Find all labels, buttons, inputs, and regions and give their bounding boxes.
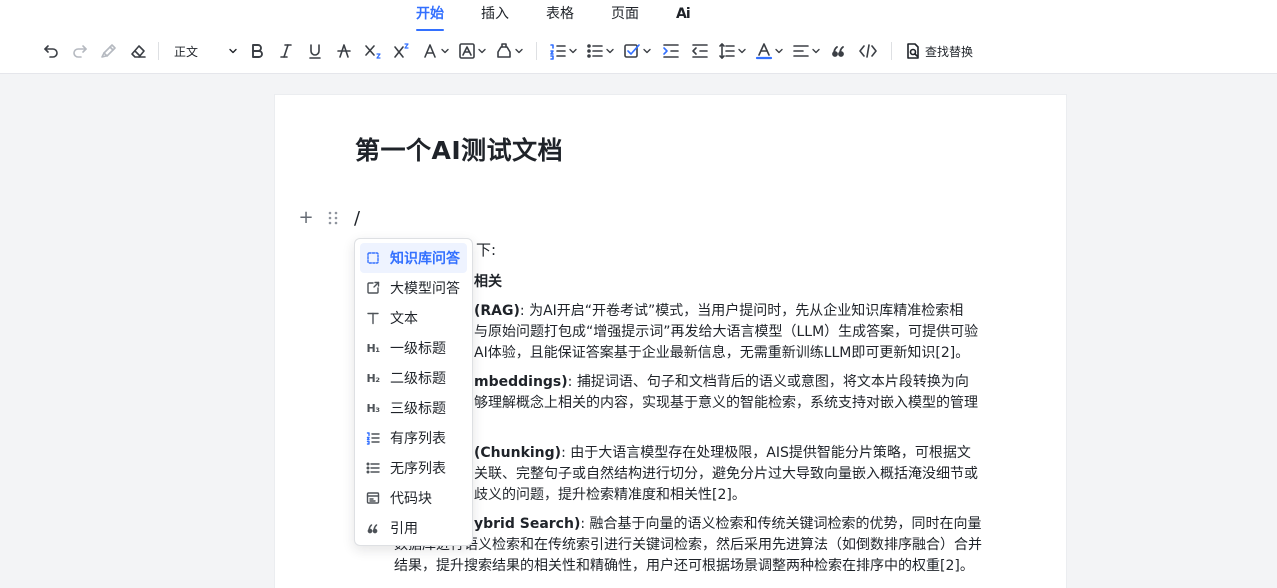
paragraph-line: ybrid Search): 融合基于向量的语义检索和传统关键词检索的优势，同时… bbox=[474, 514, 982, 535]
term-bold: ybrid Search) bbox=[474, 516, 581, 532]
find-replace-icon bbox=[907, 43, 919, 59]
menu-item-label: 有序列表 bbox=[390, 431, 446, 447]
bold-icon[interactable] bbox=[246, 38, 268, 64]
term-bold: mbeddings) bbox=[474, 374, 568, 390]
font-color-icon[interactable] bbox=[421, 38, 450, 64]
clear-format-icon[interactable] bbox=[127, 38, 149, 64]
paragraph-line: 数据库进行语义检索和在传统索引进行关键词检索，然后采用先进算法（如倒数排序融合）… bbox=[394, 537, 982, 553]
paragraph-line: 关联、完整句子或自然结构进行切分，避免分片过大导致向量嵌入概括淹没细节或 bbox=[474, 466, 978, 482]
section-heading: 相关 bbox=[474, 274, 502, 290]
menu-item-label: 大模型问答 bbox=[390, 281, 460, 297]
add-block-icon[interactable]: + bbox=[297, 208, 315, 228]
paragraph-line: 歧义的问题，提升检索精准度和相关性[2]。 bbox=[474, 487, 746, 503]
chevron-down-icon bbox=[229, 48, 237, 54]
indent-icon[interactable] bbox=[660, 38, 682, 64]
toolbar-divider bbox=[536, 42, 537, 60]
tab-ai[interactable]: Ai bbox=[668, 5, 698, 29]
term-desc: : 捕捉词语、句子和文档背后的语义或意图，将文本片段转换为向 bbox=[567, 374, 969, 390]
format-painter-icon[interactable] bbox=[98, 38, 120, 64]
tab-table[interactable]: 表格 bbox=[538, 5, 582, 29]
menu-item-h1[interactable]: H₁ 一级标题 bbox=[360, 333, 467, 363]
paragraph-style-value: 正文 bbox=[174, 44, 199, 59]
term-bold: (Chunking) bbox=[474, 445, 562, 461]
superscript-icon[interactable] bbox=[391, 38, 413, 64]
undo-icon[interactable] bbox=[40, 38, 62, 64]
toolbar-divider bbox=[891, 42, 892, 60]
tab-start[interactable]: 开始 bbox=[408, 5, 452, 31]
drag-handle-icon[interactable] bbox=[327, 210, 339, 230]
align-icon[interactable] bbox=[792, 38, 821, 64]
tab-insert[interactable]: 插入 bbox=[473, 5, 517, 29]
paragraph-style-select[interactable]: 正文 bbox=[168, 38, 240, 64]
menu-item-h3[interactable]: H₃ 三级标题 bbox=[360, 393, 467, 423]
menu-item-llm-qa[interactable]: 大模型问答 bbox=[360, 273, 467, 303]
menu-item-knowledge-qa[interactable]: 知识库问答 bbox=[360, 243, 467, 273]
menu-item-label: 一级标题 bbox=[390, 341, 446, 357]
strikethrough-icon[interactable] bbox=[333, 38, 355, 64]
menu-item-unordered-list[interactable]: 无序列表 bbox=[360, 453, 467, 483]
unordered-list-icon bbox=[365, 460, 381, 476]
text-icon bbox=[365, 310, 381, 326]
knowledge-qa-icon bbox=[365, 250, 381, 266]
menu-item-label: 知识库问答 bbox=[390, 251, 460, 267]
find-replace-button[interactable]: 查找替换 bbox=[904, 38, 973, 64]
text-color-icon[interactable] bbox=[755, 38, 784, 64]
italic-icon[interactable] bbox=[275, 38, 297, 64]
outdent-icon[interactable] bbox=[689, 38, 711, 64]
top-bar: 开始 插入 表格 页面 Ai 正文 查找替换 bbox=[0, 0, 1277, 74]
llm-qa-icon bbox=[365, 280, 381, 296]
paragraph-line: 结果，提升搜索结果的相关性和精确性，用户还可根据场景调整两种检索在排序中的权重[… bbox=[394, 558, 974, 574]
menu-item-label: 二级标题 bbox=[390, 371, 446, 387]
menu-item-label: 三级标题 bbox=[390, 401, 446, 417]
redo-icon[interactable] bbox=[69, 38, 91, 64]
menu-item-label: 代码块 bbox=[390, 491, 432, 507]
line-height-icon[interactable] bbox=[718, 38, 747, 64]
paragraph-line: (Chunking): 由于大语言模型存在处理极限，AIS提供智能分片策略，可根… bbox=[474, 443, 971, 464]
term-desc: : 由于大语言模型存在处理极限，AIS提供智能分片策略，可根据文 bbox=[561, 445, 971, 461]
slash-command-input[interactable]: / bbox=[354, 208, 360, 230]
code-block-icon bbox=[365, 490, 381, 506]
menu-item-label: 引用 bbox=[390, 521, 418, 537]
find-replace-label: 查找替换 bbox=[925, 44, 974, 59]
task-list-icon[interactable] bbox=[623, 38, 652, 64]
document-title[interactable]: 第一个AI测试文档 bbox=[355, 131, 563, 167]
paragraph-line: (RAG): 为AI开启“开卷考试”模式，当用户提问时，先从企业知识库精准检索相 bbox=[474, 301, 963, 322]
term-desc: : 融合基于向量的语义检索和传统关键词检索的优势，同时在向量 bbox=[580, 516, 982, 532]
quote-icon[interactable] bbox=[828, 38, 850, 64]
ribbon-tabs: 开始 插入 表格 页面 Ai bbox=[408, 5, 719, 31]
h1-icon: H₁ bbox=[366, 341, 380, 355]
ordered-list-icon[interactable] bbox=[549, 38, 578, 64]
term-bold: (RAG) bbox=[474, 303, 520, 319]
subscript-icon[interactable] bbox=[362, 38, 384, 64]
term-desc: : 为AI开启“开卷考试”模式，当用户提问时，先从企业知识库精准检索相 bbox=[519, 303, 964, 319]
h2-icon: H₂ bbox=[366, 371, 380, 385]
toolbar-divider bbox=[158, 42, 159, 60]
background-color-icon[interactable] bbox=[458, 38, 487, 64]
code-icon[interactable] bbox=[857, 38, 879, 64]
underline-icon[interactable] bbox=[304, 38, 326, 64]
paragraph-line: 下: bbox=[476, 241, 497, 259]
h3-icon: H₃ bbox=[366, 401, 380, 415]
paragraph-line: AI体验，且能保证答案基于企业最新信息，无需重新训练LLM即可更新知识[2]。 bbox=[474, 345, 970, 361]
slash-command-menu: 知识库问答 大模型问答 文本 H₁ 一级标题 H₂ 二级标题 H₃ 三级标题 有… bbox=[354, 238, 473, 546]
menu-item-text[interactable]: 文本 bbox=[360, 303, 467, 333]
quote-icon bbox=[365, 520, 381, 536]
paragraph-line: 与原始问题打包成“增强提示词”再发给大语言模型（LLM）生成答案，可提供可验 bbox=[474, 324, 979, 340]
menu-item-code-block[interactable]: 代码块 bbox=[360, 483, 467, 513]
unordered-list-icon[interactable] bbox=[586, 38, 615, 64]
menu-item-label: 无序列表 bbox=[390, 461, 446, 477]
menu-item-h2[interactable]: H₂ 二级标题 bbox=[360, 363, 467, 393]
paragraph-line: mbeddings): 捕捉词语、句子和文档背后的语义或意图，将文本片段转换为向 bbox=[474, 372, 969, 393]
menu-item-ordered-list[interactable]: 有序列表 bbox=[360, 423, 467, 453]
menu-item-quote[interactable]: 引用 bbox=[360, 513, 467, 543]
menu-item-label: 文本 bbox=[390, 311, 418, 327]
highlight-icon[interactable] bbox=[495, 38, 524, 64]
tab-page[interactable]: 页面 bbox=[603, 5, 647, 29]
ordered-list-icon bbox=[365, 430, 381, 446]
paragraph-line: 够理解概念上相关的内容，实现基于意义的智能检索，系统支持对嵌入模型的管理 bbox=[474, 395, 978, 411]
formatting-toolbar: 正文 查找替换 bbox=[40, 38, 1277, 64]
